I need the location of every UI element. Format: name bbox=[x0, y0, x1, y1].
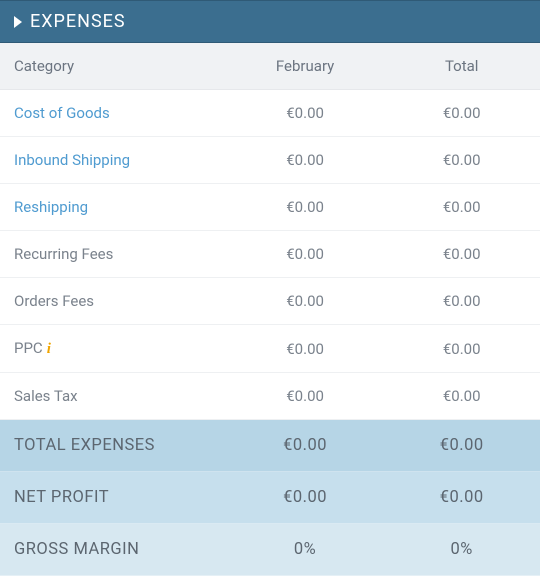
month-cell: €0.00 bbox=[227, 278, 384, 325]
month-cell: €0.00 bbox=[227, 137, 384, 184]
month-cell: €0.00 bbox=[227, 184, 384, 231]
category-cell: Sales Tax bbox=[0, 373, 227, 420]
table-header-row: Category February Total bbox=[0, 43, 540, 90]
total-cell: €0.00 bbox=[383, 325, 540, 373]
expenses-panel: EXPENSES Category February Total Cost of… bbox=[0, 0, 540, 576]
summary-row: NET PROFIT€0.00€0.00 bbox=[0, 472, 540, 524]
category-cell: Recurring Fees bbox=[0, 231, 227, 278]
expenses-table: Category February Total Cost of Goods €0.… bbox=[0, 43, 540, 576]
summary-total: 0% bbox=[383, 524, 540, 576]
month-cell: €0.00 bbox=[227, 231, 384, 278]
table-row: Orders Fees €0.00€0.00 bbox=[0, 278, 540, 325]
total-cell: €0.00 bbox=[383, 231, 540, 278]
category-cell[interactable]: Reshipping bbox=[0, 184, 227, 231]
month-cell: €0.00 bbox=[227, 373, 384, 420]
summary-month: €0.00 bbox=[227, 472, 384, 524]
expenses-header[interactable]: EXPENSES bbox=[0, 0, 540, 43]
summary-row: TOTAL EXPENSES€0.00€0.00 bbox=[0, 420, 540, 472]
category-cell[interactable]: Inbound Shipping bbox=[0, 137, 227, 184]
category-label: Cost of Goods bbox=[14, 104, 110, 122]
summary-row: GROSS MARGIN0%0% bbox=[0, 524, 540, 576]
col-header-category: Category bbox=[0, 43, 227, 90]
summary-label: GROSS MARGIN bbox=[0, 524, 227, 576]
total-cell: €0.00 bbox=[383, 90, 540, 137]
summary-month: 0% bbox=[227, 524, 384, 576]
category-label: Orders Fees bbox=[14, 292, 94, 310]
category-label: Sales Tax bbox=[14, 387, 78, 405]
col-header-total: Total bbox=[383, 43, 540, 90]
summary-label: NET PROFIT bbox=[0, 472, 227, 524]
col-header-month: February bbox=[227, 43, 384, 90]
summary-total: €0.00 bbox=[383, 472, 540, 524]
table-row: Sales Tax €0.00€0.00 bbox=[0, 373, 540, 420]
info-icon[interactable]: i bbox=[47, 341, 51, 357]
category-cell: PPCi bbox=[0, 325, 227, 373]
table-row: PPCi€0.00€0.00 bbox=[0, 325, 540, 373]
summary-total: €0.00 bbox=[383, 420, 540, 472]
table-row: Recurring Fees €0.00€0.00 bbox=[0, 231, 540, 278]
month-cell: €0.00 bbox=[227, 325, 384, 373]
total-cell: €0.00 bbox=[383, 184, 540, 231]
category-label: Inbound Shipping bbox=[14, 151, 130, 169]
table-row: Inbound Shipping €0.00€0.00 bbox=[0, 137, 540, 184]
total-cell: €0.00 bbox=[383, 373, 540, 420]
category-cell: Orders Fees bbox=[0, 278, 227, 325]
total-cell: €0.00 bbox=[383, 137, 540, 184]
table-row: Reshipping €0.00€0.00 bbox=[0, 184, 540, 231]
total-cell: €0.00 bbox=[383, 278, 540, 325]
summary-label: TOTAL EXPENSES bbox=[0, 420, 227, 472]
category-label: PPC bbox=[14, 339, 43, 357]
category-label: Reshipping bbox=[14, 198, 88, 216]
table-row: Cost of Goods €0.00€0.00 bbox=[0, 90, 540, 137]
summary-month: €0.00 bbox=[227, 420, 384, 472]
category-cell[interactable]: Cost of Goods bbox=[0, 90, 227, 137]
month-cell: €0.00 bbox=[227, 90, 384, 137]
category-label: Recurring Fees bbox=[14, 245, 113, 263]
expenses-header-title: EXPENSES bbox=[30, 11, 126, 32]
chevron-right-icon bbox=[12, 15, 24, 29]
